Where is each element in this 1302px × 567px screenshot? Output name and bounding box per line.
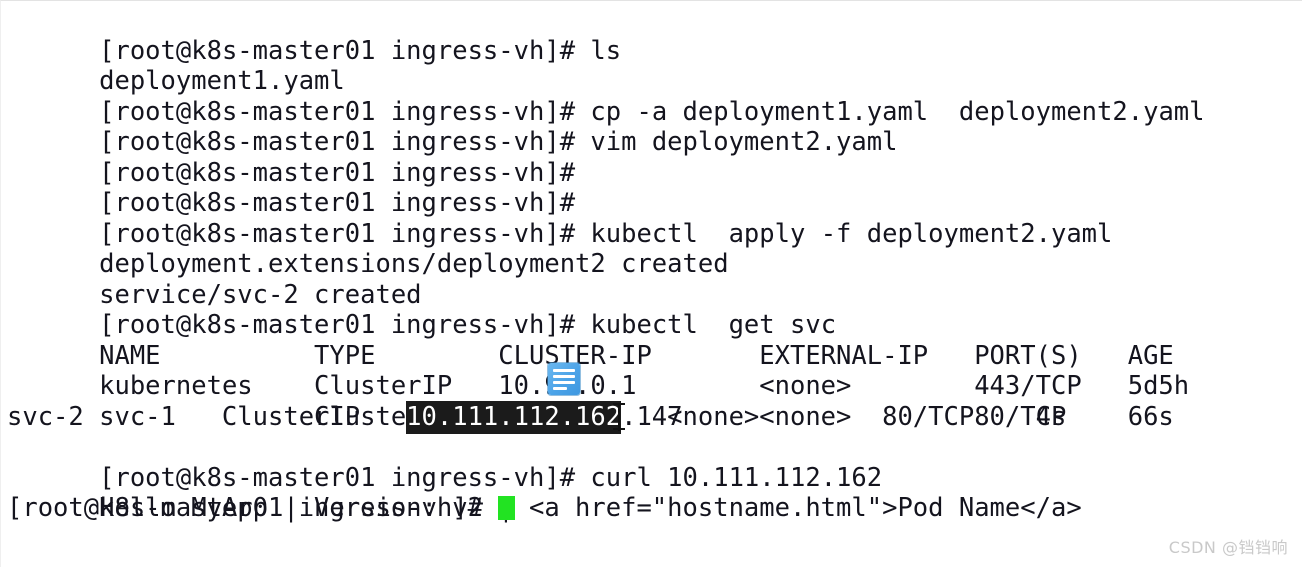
shell-prompt: [root@k8s-master01 ingress-vh]#	[99, 127, 591, 157]
shell-prompt: [root@k8s-master01 ingress-vh]#	[7, 493, 499, 523]
command-output: service/svc-2 created	[99, 279, 422, 310]
shell-prompt: [root@k8s-master01 ingress-vh]#	[99, 35, 591, 66]
shell-prompt: [root@k8s-master01 ingress-vh]#	[99, 310, 591, 340]
copy-icon-line	[553, 375, 575, 378]
terminal-line: [root@k8s-master01 ingress-vh]# ls	[7, 5, 1302, 66]
terminal-window[interactable]: [root@k8s-master01 ingress-vh]# ls deplo…	[1, 1, 1302, 535]
shell-command: kubectl apply -f deployment2.yaml	[590, 218, 1113, 249]
copy-icon-line	[553, 381, 575, 384]
terminal-line: [root@k8s-master01 ingress-vh]# curl 10.…	[7, 432, 1302, 493]
table-row-prefix: svc-2 ClusterIP	[7, 401, 407, 432]
copy-document-icon[interactable]	[548, 363, 580, 395]
table-header-text: NAME TYPE CLUSTER-IP EXTERNAL-IP PORT(S)…	[99, 340, 1174, 371]
shell-prompt: [root@k8s-master01 ingress-vh]#	[99, 188, 591, 218]
table-row-suffix: <none> 80/TCP 4s	[621, 401, 1067, 432]
shell-prompt: [root@k8s-master01 ingress-vh]#	[99, 462, 591, 493]
csdn-watermark: CSDN @铛铛响	[1168, 538, 1288, 557]
command-output: deployment.extensions/deployment2 create…	[99, 249, 729, 279]
shell-prompt: [root@k8s-master01 ingress-vh]#	[99, 218, 591, 249]
shell-command: cp -a deployment1.yaml deployment2.yaml	[590, 96, 1205, 127]
copy-icon-line	[553, 369, 575, 372]
shell-command: curl 10.111.112.162	[590, 462, 883, 493]
shell-command: kubectl get svc	[590, 310, 837, 340]
selected-cluster-ip[interactable]: 10.111.112.162	[406, 400, 622, 434]
table-row-text: kubernetes ClusterIP 10.96.0.1 <none> 44…	[99, 371, 1190, 401]
shell-prompt: [root@k8s-master01 ingress-vh]#	[99, 157, 591, 188]
copy-icon-line	[553, 387, 567, 390]
shell-command: ls	[590, 35, 622, 66]
shell-command: vim deployment2.yaml	[590, 127, 898, 157]
command-output: deployment1.yaml	[99, 66, 345, 96]
shell-prompt: [root@k8s-master01 ingress-vh]#	[99, 96, 591, 127]
terminal-screenshot: [root@k8s-master01 ingress-vh]# ls deplo…	[0, 0, 1302, 567]
cursor-block-icon	[498, 496, 516, 520]
